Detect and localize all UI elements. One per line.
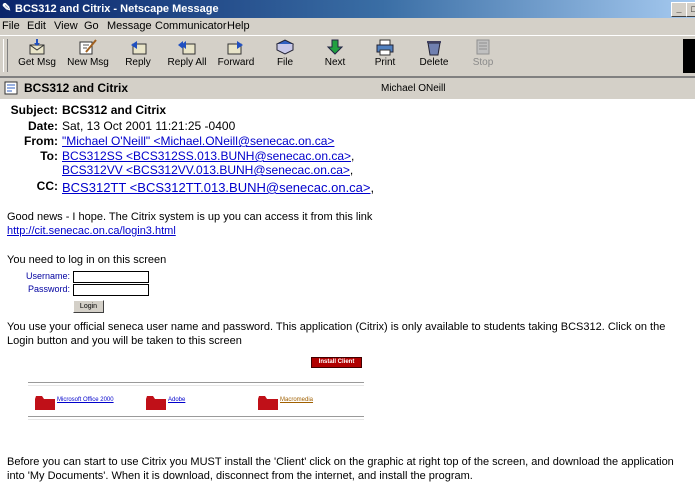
reply-all-label: Reply All (167, 57, 207, 68)
next-button[interactable]: Next (318, 38, 352, 74)
stop-icon (476, 39, 490, 55)
toolbar-grip[interactable] (3, 39, 8, 72)
new-msg-button[interactable]: New Msg (64, 38, 112, 74)
citrix-login-link[interactable]: http://cit.senecac.on.ca/login3.html (7, 224, 176, 238)
reply-all-button[interactable]: Reply All (165, 38, 209, 74)
subject-value: BCS312 and Citrix (62, 103, 167, 117)
maximize-button[interactable]: □ (686, 2, 695, 17)
username-input[interactable] (73, 271, 149, 283)
to-link-2[interactable]: BCS312VV <BCS312VV.013.BUNH@senecac.on.c… (62, 163, 350, 177)
forward-label: Forward (217, 57, 255, 68)
file-icon (275, 39, 295, 55)
login-prompt: You need to log in on this screen (7, 254, 167, 266)
body-paragraph-2: You use your official seneca user name a… (7, 321, 666, 347)
strip-subject: BCS312 and Citrix (24, 81, 129, 95)
cc-recipient: BCS312TT <BCS312TT.013.BUNH@senecac.on.c… (62, 180, 375, 195)
menu-view[interactable]: View (54, 18, 78, 35)
netscape-logo (683, 39, 695, 73)
date-value: Sat, 13 Oct 2001 11:21:25 -0400 (62, 119, 236, 133)
menu-message[interactable]: Message (107, 18, 152, 35)
minimize-button[interactable]: _ (671, 2, 687, 17)
new-msg-icon (79, 39, 97, 55)
message-header-strip: BCS312 and Citrix Michael ONeill (0, 77, 695, 100)
menu-bar: File Edit View Go Message Communicator H… (0, 18, 695, 35)
folder-icon[interactable] (258, 396, 278, 410)
next-label: Next (324, 57, 346, 68)
window-title: BCS312 and Citrix - Netscape Message (15, 3, 219, 15)
login-button[interactable]: Login (73, 300, 104, 313)
install-client-button[interactable]: Install Client (311, 357, 362, 368)
print-icon (376, 39, 394, 56)
cc-label: CC: (36, 179, 58, 193)
delete-label: Delete (419, 57, 449, 68)
forward-icon (227, 41, 243, 55)
reply-all-icon (178, 41, 196, 55)
folder-icon[interactable] (35, 396, 55, 410)
file-label: File (276, 57, 294, 68)
title-bar: ✎ BCS312 and Citrix - Netscape Message _… (0, 0, 695, 18)
to-recipient-1: BCS312SS <BCS312SS.013.BUNH@senecac.on.c… (62, 149, 355, 163)
message-icon (4, 81, 18, 95)
cc-link[interactable]: BCS312TT <BCS312TT.013.BUNH@senecac.on.c… (62, 180, 371, 195)
get-msg-label: Get Msg (18, 57, 56, 68)
body-paragraph-3: Before you can start to use Citrix you M… (7, 456, 674, 482)
folder-link-office[interactable]: Microsoft Office 2000 (57, 396, 114, 404)
menu-go[interactable]: Go (84, 18, 99, 35)
forward-button[interactable]: Forward (215, 38, 257, 74)
to-link-1[interactable]: BCS312SS <BCS312SS.013.BUNH@senecac.on.c… (62, 149, 351, 163)
print-label: Print (374, 57, 396, 68)
print-button[interactable]: Print (369, 38, 401, 74)
reply-button[interactable]: Reply (118, 38, 158, 74)
menu-communicator[interactable]: Communicator (155, 18, 227, 35)
folder-link-adobe[interactable]: Adobe (168, 396, 185, 404)
stop-label: Stop (472, 57, 494, 68)
body-intro: Good news - I hope. The Citrix system is… (7, 211, 373, 223)
password-label: Password: (27, 284, 70, 294)
netscape-app-icon: ✎ (2, 2, 12, 14)
date-label: Date: (27, 119, 58, 133)
next-icon (326, 39, 344, 55)
to-recipient-2: BCS312VV <BCS312VV.013.BUNH@senecac.on.c… (62, 163, 354, 177)
menu-edit[interactable]: Edit (27, 18, 46, 35)
to-label: To: (40, 149, 58, 163)
delete-button[interactable]: Delete (417, 38, 451, 74)
from-link[interactable]: "Michael O'Neill" <Michael.ONeill@seneca… (62, 134, 334, 148)
get-msg-icon (29, 39, 45, 55)
get-msg-button[interactable]: Get Msg (14, 38, 60, 74)
from-label: From: (24, 134, 58, 148)
new-msg-label: New Msg (67, 57, 109, 68)
menu-file[interactable]: File (2, 18, 20, 35)
subject-label: Subject: (10, 103, 58, 117)
stop-button[interactable]: Stop (467, 38, 499, 74)
delete-icon (427, 41, 441, 56)
toolbar: Get Msg New Msg Reply Reply All Forward … (0, 35, 695, 77)
strip-from: Michael ONeill (381, 83, 446, 94)
password-input[interactable] (73, 284, 149, 296)
username-label: Username: (25, 271, 70, 281)
reply-icon (131, 41, 147, 55)
file-button[interactable]: File (266, 38, 304, 74)
menu-help[interactable]: Help (227, 18, 250, 35)
divider-top (28, 382, 364, 386)
reply-label: Reply (125, 57, 151, 68)
folder-icon[interactable] (146, 396, 166, 410)
folder-link-macromedia[interactable]: Macromedia (280, 396, 313, 404)
divider-bottom (28, 416, 364, 420)
